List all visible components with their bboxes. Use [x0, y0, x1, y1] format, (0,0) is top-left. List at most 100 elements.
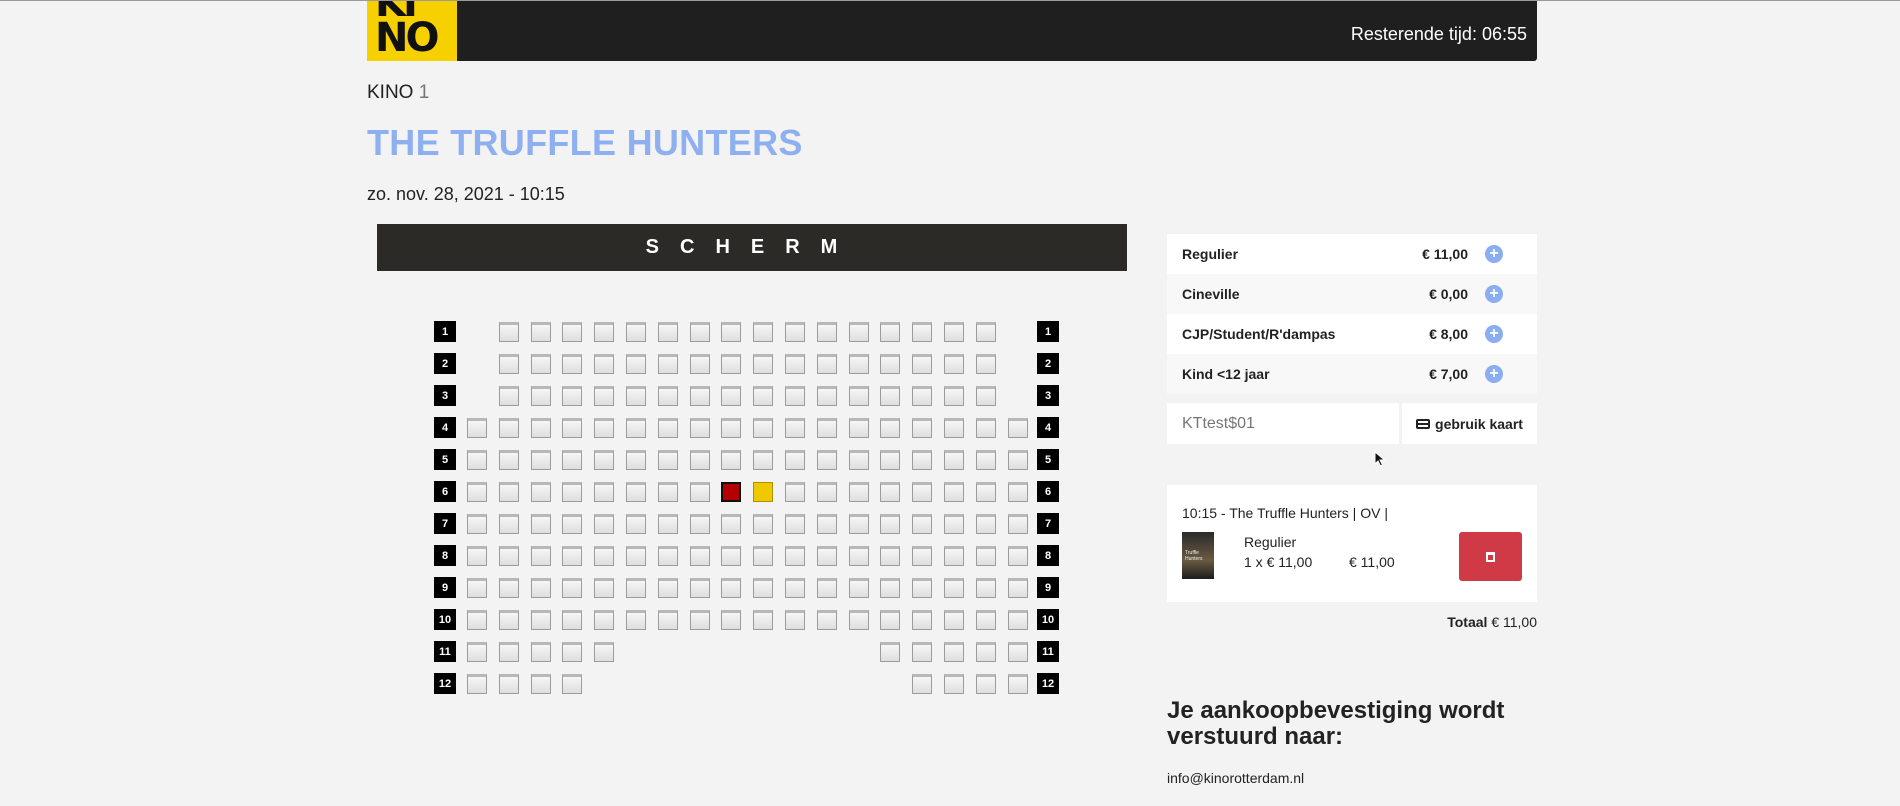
- seat[interactable]: [785, 386, 805, 406]
- seat[interactable]: [880, 514, 900, 534]
- seat[interactable]: [499, 578, 519, 598]
- seat[interactable]: [944, 642, 964, 662]
- seat[interactable]: [1008, 578, 1028, 598]
- seat[interactable]: [626, 386, 646, 406]
- seat[interactable]: [944, 322, 964, 342]
- seat[interactable]: [594, 354, 614, 374]
- seat[interactable]: [721, 354, 741, 374]
- seat[interactable]: [499, 610, 519, 630]
- seat[interactable]: [785, 418, 805, 438]
- seat[interactable]: [499, 386, 519, 406]
- add-ticket-plus-icon[interactable]: +: [1485, 365, 1503, 383]
- seat[interactable]: [531, 610, 551, 630]
- seat[interactable]: [753, 386, 773, 406]
- seat[interactable]: [594, 386, 614, 406]
- seat[interactable]: [531, 482, 551, 502]
- seat[interactable]: [785, 354, 805, 374]
- seat[interactable]: [531, 642, 551, 662]
- seat[interactable]: [562, 482, 582, 502]
- seat[interactable]: [594, 578, 614, 598]
- seat[interactable]: [467, 546, 487, 566]
- seat[interactable]: [753, 610, 773, 630]
- seat[interactable]: [849, 546, 869, 566]
- seat[interactable]: [499, 482, 519, 502]
- seat[interactable]: [467, 578, 487, 598]
- seat[interactable]: [658, 418, 678, 438]
- seat[interactable]: [721, 546, 741, 566]
- seat[interactable]: [912, 578, 932, 598]
- seat[interactable]: [944, 386, 964, 406]
- seat[interactable]: [658, 386, 678, 406]
- seat[interactable]: [562, 578, 582, 598]
- seat[interactable]: [562, 610, 582, 630]
- seat[interactable]: [817, 514, 837, 534]
- seat[interactable]: [817, 322, 837, 342]
- seat[interactable]: [817, 386, 837, 406]
- seat[interactable]: [880, 482, 900, 502]
- seat[interactable]: [944, 610, 964, 630]
- seat[interactable]: [753, 322, 773, 342]
- seat[interactable]: [944, 514, 964, 534]
- seat[interactable]: [690, 354, 710, 374]
- seat[interactable]: [785, 514, 805, 534]
- seat[interactable]: [753, 418, 773, 438]
- seat[interactable]: [976, 386, 996, 406]
- seat[interactable]: [658, 450, 678, 470]
- seat[interactable]: [880, 418, 900, 438]
- seat[interactable]: [817, 418, 837, 438]
- seat[interactable]: [849, 354, 869, 374]
- seat[interactable]: [1008, 546, 1028, 566]
- seat[interactable]: [849, 450, 869, 470]
- seat[interactable]: [912, 610, 932, 630]
- seat[interactable]: [880, 450, 900, 470]
- seat[interactable]: [467, 418, 487, 438]
- seat[interactable]: [849, 610, 869, 630]
- seat[interactable]: [976, 642, 996, 662]
- seat[interactable]: [658, 546, 678, 566]
- kino-logo[interactable]: KI NO: [367, 1, 457, 61]
- seat[interactable]: [1008, 674, 1028, 694]
- seat[interactable]: [594, 610, 614, 630]
- seat[interactable]: [562, 354, 582, 374]
- add-ticket-plus-icon[interactable]: +: [1485, 325, 1503, 343]
- seat[interactable]: [690, 546, 710, 566]
- seat[interactable]: [849, 322, 869, 342]
- seat[interactable]: [562, 450, 582, 470]
- seat[interactable]: [594, 514, 614, 534]
- seat[interactable]: [849, 482, 869, 502]
- seat[interactable]: [944, 546, 964, 566]
- seat[interactable]: [880, 546, 900, 566]
- seat[interactable]: [880, 354, 900, 374]
- seat[interactable]: [594, 546, 614, 566]
- seat[interactable]: [626, 450, 646, 470]
- seat[interactable]: [880, 386, 900, 406]
- seat[interactable]: [976, 610, 996, 630]
- seat[interactable]: [817, 546, 837, 566]
- seat[interactable]: [562, 418, 582, 438]
- seat[interactable]: [626, 418, 646, 438]
- seat[interactable]: [467, 514, 487, 534]
- delete-item-button[interactable]: [1459, 532, 1522, 581]
- seat[interactable]: [912, 674, 932, 694]
- seat[interactable]: [690, 450, 710, 470]
- seat[interactable]: [817, 482, 837, 502]
- seat[interactable]: [531, 322, 551, 342]
- seat[interactable]: [721, 610, 741, 630]
- seat[interactable]: [753, 578, 773, 598]
- seat[interactable]: [944, 482, 964, 502]
- seat[interactable]: [467, 642, 487, 662]
- seat[interactable]: [467, 450, 487, 470]
- seat[interactable]: [690, 322, 710, 342]
- seat[interactable]: [721, 418, 741, 438]
- seat[interactable]: [658, 610, 678, 630]
- seat[interactable]: [626, 322, 646, 342]
- seat[interactable]: [785, 482, 805, 502]
- seat[interactable]: [626, 354, 646, 374]
- seat[interactable]: [912, 418, 932, 438]
- seat[interactable]: [562, 322, 582, 342]
- seat[interactable]: [849, 386, 869, 406]
- seat[interactable]: [531, 354, 551, 374]
- seat[interactable]: [531, 418, 551, 438]
- seat[interactable]: [531, 578, 551, 598]
- seat[interactable]: [658, 354, 678, 374]
